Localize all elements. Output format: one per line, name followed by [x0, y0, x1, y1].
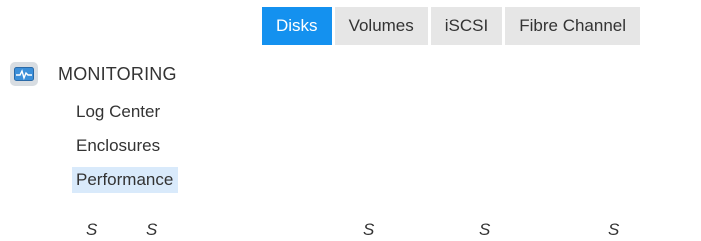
row-cell: S	[479, 220, 491, 239]
sidebar-item-enclosures[interactable]: Enclosures	[72, 133, 165, 159]
tab-volumes[interactable]: Volumes	[334, 7, 428, 45]
tab-iscsi[interactable]: iSCSI	[430, 7, 503, 45]
monitor-pulse-icon	[10, 62, 38, 86]
row-cell: S	[86, 220, 98, 239]
sidebar-item-log-center[interactable]: Log Center	[72, 99, 165, 125]
sidebar-item-performance[interactable]: Performance	[72, 167, 179, 193]
sidebar-section-title: MONITORING	[58, 63, 177, 84]
row-cell: S	[363, 220, 375, 239]
row-cell: S	[608, 220, 620, 239]
tab-bar: Disks Volumes iSCSI Fibre Channel	[262, 7, 641, 45]
tab-disks[interactable]: Disks	[262, 7, 332, 45]
tab-fibre-channel[interactable]: Fibre Channel	[505, 7, 641, 45]
sidebar-section-monitoring[interactable]: MONITORING	[10, 62, 177, 86]
row-cell: S	[146, 220, 158, 239]
